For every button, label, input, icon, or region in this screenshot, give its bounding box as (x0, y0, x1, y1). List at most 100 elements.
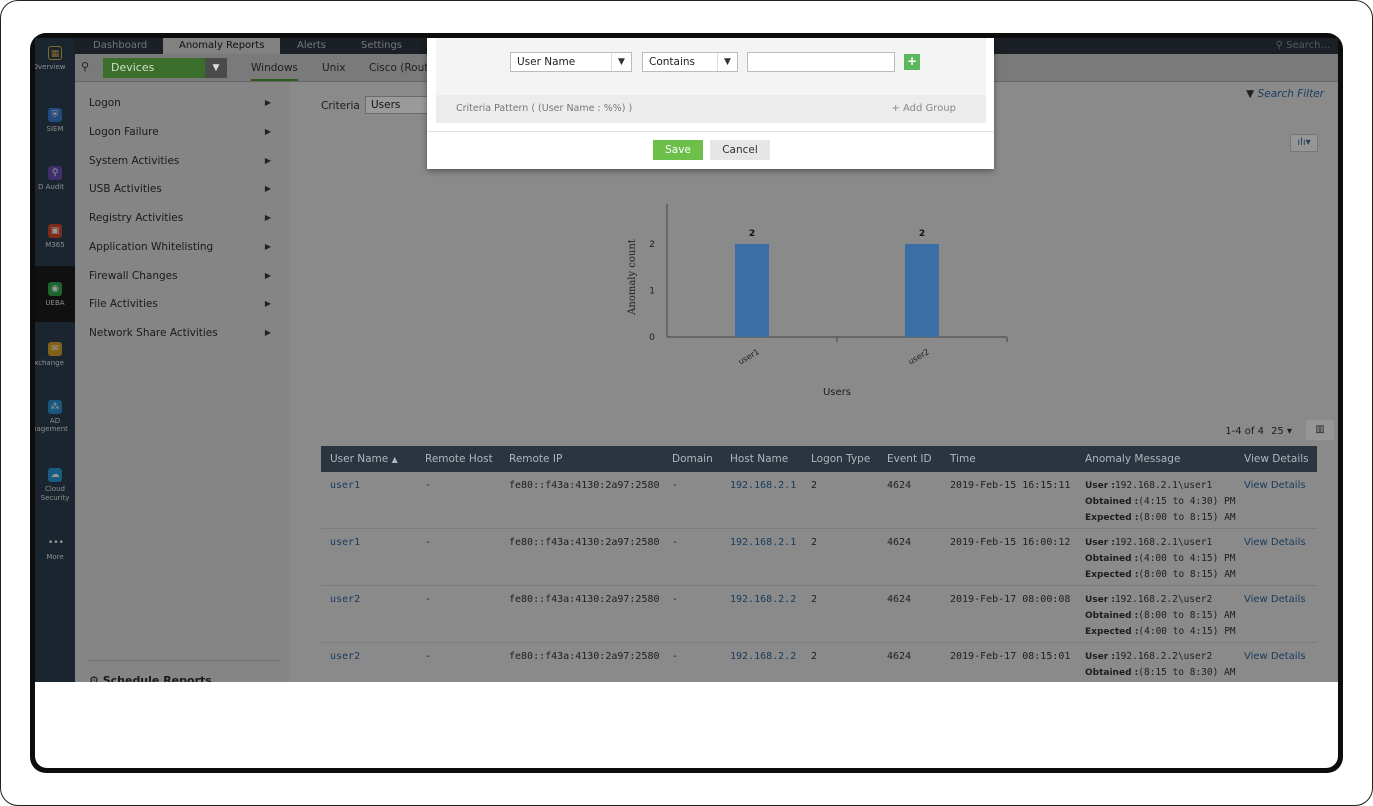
y-tick-label: 0 (649, 333, 655, 343)
rail-item-ad-audit[interactable]: ⚲ D Audit (35, 166, 75, 191)
tab-cisco[interactable]: Cisco (Rout (369, 62, 428, 74)
remote-host-cell: - (425, 651, 432, 662)
global-search[interactable]: ⚲ Search... (1276, 40, 1330, 51)
menu-item-application-whitelisting[interactable]: Application Whitelisting ▶ (89, 238, 279, 256)
search-icon[interactable]: ⚲ (81, 60, 89, 73)
col-time[interactable]: Time (950, 446, 976, 472)
menu-item-usb-activities[interactable]: USB Activities ▶ (89, 180, 279, 198)
menu-item-registry-activities[interactable]: Registry Activities ▶ (89, 209, 279, 227)
eye-icon: ◉ (48, 282, 62, 296)
anomaly-message-cell: User :192.168.2.1\user1 Obtained :(4:15 t… (1085, 478, 1236, 526)
user-name-link[interactable]: user1 (330, 480, 360, 491)
field-select[interactable]: User Name ▼ (510, 52, 632, 72)
logon-type-cell: 2 (811, 480, 818, 491)
chart-type-button[interactable]: ılı▾ (1290, 134, 1318, 152)
filter-value-input[interactable] (747, 52, 895, 72)
rail-label: More (46, 553, 64, 561)
chevron-down-icon: ▼ (717, 53, 737, 71)
message-line: Obtained :(4:15 to 4:30) PM (1085, 494, 1236, 510)
menu-item-label: Firewall Changes (89, 270, 178, 282)
menu-item-system-activities[interactable]: System Activities ▶ (89, 152, 279, 170)
view-details-link[interactable]: View Details (1244, 480, 1306, 491)
rail-item-more[interactable]: ••• More (35, 536, 75, 561)
rail-item-siem[interactable]: ⛨ SIEM (35, 108, 75, 133)
menu-item-network-share-activities[interactable]: Network Share Activities ▶ (89, 324, 279, 342)
message-line: User :192.168.2.1\user1 (1085, 478, 1236, 494)
mail-icon: ✉ (48, 342, 62, 356)
remote-host-cell: - (425, 594, 432, 605)
product-rail: ▦ Overview ⛨ SIEM ⚲ D Audit ▣ M365 ◉ UEB… (35, 38, 75, 682)
y-tick-label: 2 (649, 240, 655, 250)
tab-anomaly-reports[interactable]: Anomaly Reports (163, 38, 281, 54)
message-line: User :192.168.2.2\user2 (1085, 649, 1235, 665)
grid-icon: ▦ (48, 46, 62, 60)
message-line-value: (4:00 to 4:15) PM (1138, 626, 1236, 637)
host-name-link[interactable]: 192.168.2.2 (730, 651, 796, 662)
rail-item-exchange[interactable]: ✉ xchange (35, 342, 75, 367)
menu-item-label: File Activities (89, 298, 158, 310)
col-logon-type[interactable]: Logon Type (811, 446, 870, 472)
search-filter-link[interactable]: ▼ Search Filter (1246, 88, 1324, 100)
rail-item-overview[interactable]: ▦ Overview (35, 46, 75, 71)
tab-settings[interactable]: Settings (359, 38, 404, 54)
col-user-name[interactable]: User Name ▲ (330, 446, 398, 472)
rail-item-ad-management[interactable]: ⁂ AD nagement (35, 400, 75, 433)
remote-ip-cell: fe80::f43a:4130:2a97:2580 (509, 651, 660, 662)
anomaly-bar-chart: 0 1 2 2 user1 2 user2 Users Anomaly count (627, 204, 1008, 398)
host-name-link[interactable]: 192.168.2.1 (730, 537, 796, 548)
add-group-button[interactable]: + Add Group (891, 103, 956, 114)
add-condition-button[interactable]: + (904, 54, 920, 70)
col-anomaly-message[interactable]: Anomaly Message (1085, 446, 1180, 472)
save-button[interactable]: Save (653, 140, 703, 160)
menu-item-logon-failure[interactable]: Logon Failure ▶ (89, 123, 279, 141)
anomaly-table: User Name ▲ Remote Host Remote IP Domain… (321, 446, 1317, 682)
col-remote-ip[interactable]: Remote IP (509, 446, 562, 472)
menu-item-label: System Activities (89, 155, 180, 167)
network-icon: ⁂ (48, 400, 62, 414)
logon-type-cell: 2 (811, 651, 818, 662)
column-chooser-button[interactable]: ▥ (1306, 420, 1334, 440)
time-cell: 2019-Feb-17 08:15:01 (950, 651, 1071, 662)
schedule-reports-link[interactable]: ⚙ Schedule Reports (89, 674, 212, 682)
view-details-link[interactable]: View Details (1244, 594, 1306, 605)
rail-item-m365[interactable]: ▣ M365 (35, 224, 75, 249)
host-name-link[interactable]: 192.168.2.1 (730, 480, 796, 491)
rail-item-ueba[interactable]: ◉ UEBA (35, 266, 75, 322)
tab-alerts[interactable]: Alerts (295, 38, 328, 54)
message-line-label: User : (1085, 481, 1115, 491)
menu-item-file-activities[interactable]: File Activities ▶ (89, 295, 279, 313)
user-name-link[interactable]: user2 (330, 651, 360, 662)
tab-dashboard[interactable]: Dashboard (91, 38, 149, 54)
message-line: Obtained :(8:15 to 8:30) AM (1085, 665, 1235, 681)
operator-select[interactable]: Contains ▼ (642, 52, 738, 72)
tab-unix[interactable]: Unix (322, 62, 345, 74)
view-details-link[interactable]: View Details (1244, 651, 1306, 662)
chevron-right-icon: ▶ (264, 299, 271, 308)
page-size-select[interactable]: 25 ▾ (1271, 426, 1292, 437)
message-line-value: (8:00 to 8:15) AM (1138, 512, 1236, 523)
tab-windows[interactable]: Windows (251, 62, 298, 81)
criteria-select[interactable]: Users (365, 96, 435, 114)
view-details-link[interactable]: View Details (1244, 537, 1306, 548)
report-category-menu: Logon ▶ Logon Failure ▶ System Activities ▶… (75, 82, 289, 682)
search-filter-dialog: User Name ▼ Contains ▼ + Criteria Patter… (427, 38, 994, 169)
user-name-link[interactable]: user1 (330, 537, 360, 548)
user-name-link[interactable]: user2 (330, 594, 360, 605)
cancel-button[interactable]: Cancel (710, 140, 770, 160)
message-line-value: 192.168.2.2\user2 (1114, 594, 1213, 605)
table-row: user2 - fe80::f43a:4130:2a97:2580 - 192.168.… (321, 586, 1317, 643)
chevron-down-icon: ▼ (205, 58, 227, 78)
rail-item-cloud-security[interactable]: ☁ Cloud Security (35, 468, 75, 503)
menu-item-firewall-changes[interactable]: Firewall Changes ▶ (89, 267, 279, 285)
col-remote-host[interactable]: Remote Host (425, 446, 493, 472)
col-event-id[interactable]: Event ID (887, 446, 932, 472)
chevron-right-icon: ▶ (264, 98, 271, 107)
col-domain[interactable]: Domain (672, 446, 713, 472)
device-type-select[interactable]: Devices ▼ (103, 58, 227, 78)
col-host-name[interactable]: Host Name (730, 446, 788, 472)
host-name-link[interactable]: 192.168.2.2 (730, 594, 796, 605)
rail-label: AD (49, 417, 61, 425)
criteria-label: Criteria (321, 100, 360, 112)
event-id-cell: 4624 (887, 480, 912, 491)
menu-item-logon[interactable]: Logon ▶ (89, 94, 279, 112)
